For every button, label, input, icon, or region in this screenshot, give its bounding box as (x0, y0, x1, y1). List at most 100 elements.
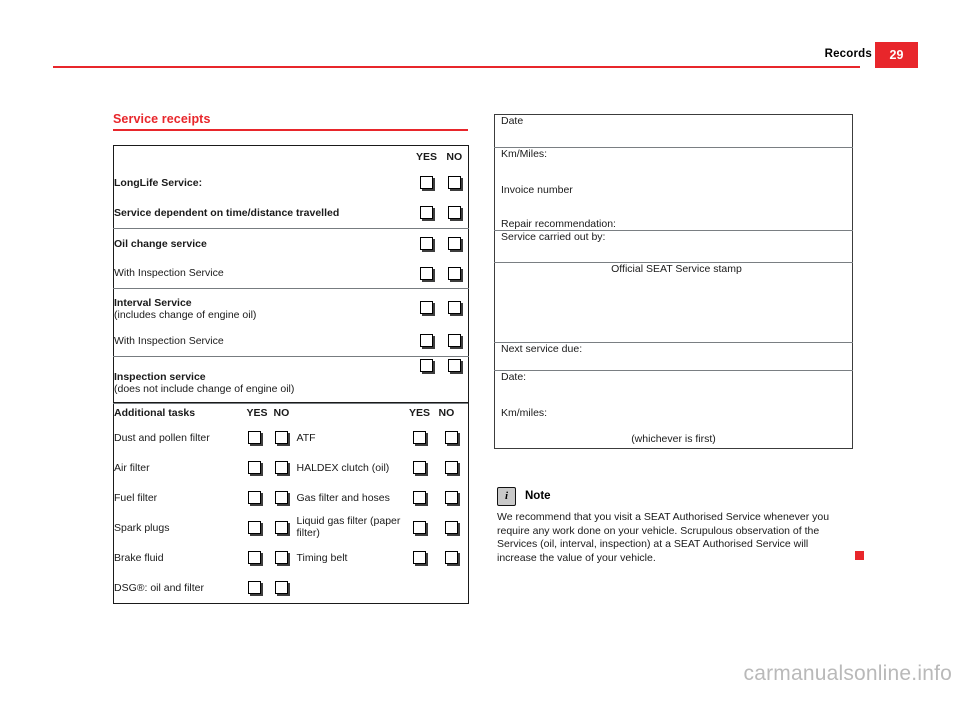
yes-checkbox-cell[interactable] (241, 573, 268, 604)
yes-checkbox-cell[interactable] (241, 483, 268, 513)
checkbox-yes[interactable] (247, 461, 261, 474)
no-checkbox-cell[interactable] (440, 227, 469, 259)
no-checkbox-cell[interactable] (441, 259, 469, 289)
info-icon: i (497, 486, 516, 506)
no-checkbox-cell[interactable] (268, 483, 295, 513)
no-checkbox-cell[interactable] (441, 326, 469, 357)
checkbox-yes[interactable] (247, 581, 261, 594)
checkbox-no[interactable] (447, 266, 461, 280)
field-next-date-km[interactable]: Date: Km/miles: (whichever is first) (495, 371, 853, 449)
field-service-carried-out-by[interactable]: Service carried out by: (494, 230, 853, 263)
checkbox-no[interactable] (274, 431, 288, 444)
checkbox-yes[interactable] (420, 237, 433, 250)
no-checkbox-cell[interactable] (441, 198, 469, 229)
checkbox-yes[interactable] (247, 551, 261, 564)
yes-checkbox-cell[interactable] (241, 453, 268, 483)
row-label: Interval Service (includes change of eng… (113, 287, 413, 326)
checkbox-yes[interactable] (247, 491, 261, 504)
task-label-right: Gas filter and hoses (296, 491, 390, 504)
no-checkbox-cell[interactable] (268, 513, 295, 543)
table-row: With Inspection Service (114, 326, 469, 357)
table-row: Official SEAT Service stamp (494, 262, 853, 343)
yes-checkbox-cell[interactable] (412, 355, 441, 402)
table-row: Inspection service (does not include cha… (113, 355, 469, 402)
field-next-service-due[interactable]: Next service due: (494, 342, 853, 371)
note-text: We recommend that you visit a SEAT Autho… (497, 511, 830, 564)
checkbox-yes[interactable] (413, 551, 426, 564)
yes-checkbox-cell[interactable] (412, 227, 441, 259)
table-row: With Inspection Service (114, 259, 469, 289)
no-checkbox-cell[interactable] (435, 453, 469, 483)
checkbox-no[interactable] (447, 237, 461, 250)
no-checkbox-cell[interactable] (440, 287, 469, 326)
task-label-left: DSG®: oil and filter (114, 581, 205, 594)
section-title-rule (113, 129, 468, 131)
checkbox-yes[interactable] (420, 206, 433, 219)
checkbox-no[interactable] (444, 491, 458, 504)
table-row: Km/Miles: Invoice number Repair recommen… (494, 147, 853, 231)
no-checkbox-cell[interactable] (268, 573, 295, 604)
yes-checkbox-cell[interactable] (412, 287, 441, 326)
yes-checkbox-cell[interactable] (241, 423, 268, 453)
checkbox-no[interactable] (447, 300, 461, 314)
no-checkbox-cell[interactable] (435, 543, 469, 573)
checkbox-no[interactable] (274, 491, 288, 504)
checkbox-yes[interactable] (413, 521, 426, 534)
checkbox-no[interactable] (274, 551, 288, 564)
checkbox-yes[interactable] (413, 461, 426, 474)
yes-checkbox-cell[interactable] (405, 423, 435, 453)
additional-tasks-table: Additional tasks YES NO YES NO Dust and … (113, 402, 469, 604)
yes-checkbox-cell[interactable] (413, 326, 441, 357)
checkbox-no[interactable] (274, 581, 288, 594)
yes-checkbox-cell[interactable] (413, 198, 441, 229)
no-checkbox-cell[interactable] (435, 483, 469, 513)
yes-checkbox-cell[interactable] (241, 543, 268, 573)
yes-checkbox-cell[interactable] (413, 259, 441, 289)
whichever-is-first-note: (whichever is first) (631, 433, 716, 445)
checkbox-yes[interactable] (420, 300, 433, 314)
checkbox-yes[interactable] (420, 266, 433, 280)
no-checkbox-cell[interactable] (435, 423, 469, 453)
checkbox-no[interactable] (447, 176, 461, 189)
page-number-badge: 29 (875, 42, 918, 68)
checkbox-yes[interactable] (247, 431, 261, 444)
checkbox-no[interactable] (447, 334, 461, 347)
checkbox-no[interactable] (274, 461, 288, 474)
no-checkbox-cell[interactable] (268, 453, 295, 483)
checkbox-yes[interactable] (420, 176, 433, 189)
yes-checkbox-cell[interactable] (405, 453, 435, 483)
table-row: Service carried out by: (494, 230, 853, 263)
yes-checkbox-cell[interactable] (405, 483, 435, 513)
checkbox-yes[interactable] (413, 431, 426, 444)
yes-checkbox-cell[interactable] (413, 168, 441, 198)
row-label: With Inspection Service (114, 334, 224, 347)
checkbox-no[interactable] (444, 551, 458, 564)
no-checkbox-cell[interactable] (268, 423, 295, 453)
field-official-seat-service-stamp[interactable]: Official SEAT Service stamp (494, 262, 853, 343)
checkbox-yes[interactable] (420, 334, 433, 347)
no-checkbox-cell[interactable] (435, 513, 469, 543)
yes-checkbox-cell[interactable] (405, 543, 435, 573)
checkbox-yes[interactable] (413, 491, 426, 504)
checkbox-no[interactable] (447, 206, 461, 219)
checkbox-no[interactable] (444, 461, 458, 474)
no-checkbox-cell[interactable] (441, 168, 469, 198)
task-label-left: Air filter (114, 461, 150, 474)
no-checkbox-cell[interactable] (440, 355, 469, 402)
yes-checkbox-cell[interactable] (241, 513, 268, 543)
yes-checkbox-cell[interactable] (405, 513, 435, 543)
field-date[interactable]: Date (494, 114, 853, 148)
checkbox-no[interactable] (444, 521, 458, 534)
checkbox-yes[interactable] (420, 358, 433, 372)
table-row: Date (494, 114, 853, 148)
checkbox-no[interactable] (447, 358, 461, 372)
checkbox-no[interactable] (274, 521, 288, 534)
no-checkbox-cell[interactable] (268, 543, 295, 573)
table-row: Dust and pollen filter ATF (114, 423, 469, 453)
table-row: Brake fluid Timing belt (114, 543, 469, 573)
note-header: i Note (497, 486, 857, 506)
checkbox-no[interactable] (444, 431, 458, 444)
field-km-miles-invoice-repair[interactable]: Km/Miles: Invoice number Repair recommen… (494, 147, 853, 231)
checkbox-yes[interactable] (247, 521, 261, 534)
